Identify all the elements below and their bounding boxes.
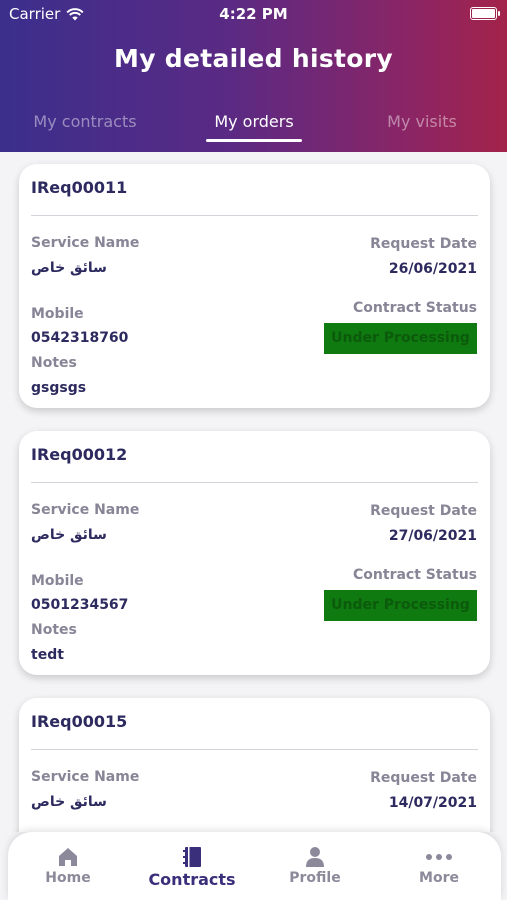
battery-icon xyxy=(470,7,500,20)
clock: 4:22 PM xyxy=(219,5,288,23)
nav-label: Contracts xyxy=(148,870,236,889)
tab-bar: My contracts My orders My visits xyxy=(0,108,507,152)
mobile-value: 0542318760 xyxy=(31,330,129,346)
nav-more[interactable]: More xyxy=(389,846,489,886)
service-name-label: Service Name xyxy=(31,769,140,785)
status-bar: Carrier 4:22 PM xyxy=(0,0,507,28)
nav-home[interactable]: Home xyxy=(18,846,118,886)
nav-contracts[interactable]: Contracts xyxy=(142,846,242,889)
notes-value: tedt xyxy=(31,647,64,663)
request-date-value: 27/06/2021 xyxy=(388,528,477,544)
mobile-label: Mobile xyxy=(31,306,84,322)
more-dots-icon xyxy=(426,854,452,860)
contract-status-label: Contract Status xyxy=(353,300,477,316)
profile-icon xyxy=(306,847,324,867)
service-name-value: سائق خاص xyxy=(31,794,107,810)
nav-label: More xyxy=(419,870,459,886)
order-id: IReq00012 xyxy=(31,445,128,464)
order-card[interactable]: IReq00015 Service Name Request Date سائق… xyxy=(19,698,490,832)
tab-my-visits[interactable]: My visits xyxy=(372,112,472,131)
service-name-label: Service Name xyxy=(31,235,140,251)
service-name-value: سائق خاص xyxy=(31,527,107,543)
request-date-label: Request Date xyxy=(370,236,477,252)
order-card[interactable]: IReq00011 Service Name Request Date سائق… xyxy=(19,164,490,408)
contracts-icon xyxy=(183,847,201,867)
contract-status-label: Contract Status xyxy=(353,567,477,583)
status-badge: Under Processing xyxy=(324,323,477,354)
notes-label: Notes xyxy=(31,355,77,371)
status-badge: Under Processing xyxy=(324,590,477,621)
card-divider xyxy=(31,482,478,483)
order-id: IReq00011 xyxy=(31,178,128,197)
request-date-value: 14/07/2021 xyxy=(388,795,477,811)
card-divider xyxy=(31,215,478,216)
mobile-value: 0501234567 xyxy=(31,597,129,613)
nav-profile[interactable]: Profile xyxy=(265,846,365,886)
bottom-nav: Home Contracts Profile More xyxy=(8,832,501,900)
request-date-label: Request Date xyxy=(370,770,477,786)
order-id: IReq00015 xyxy=(31,712,128,731)
header: Carrier 4:22 PM My detailed history My c… xyxy=(0,0,507,152)
notes-label: Notes xyxy=(31,622,77,638)
order-card[interactable]: IReq00012 Service Name Request Date سائق… xyxy=(19,431,490,675)
tab-my-contracts[interactable]: My contracts xyxy=(20,112,150,131)
service-name-value: سائق خاص xyxy=(31,260,107,276)
orders-list[interactable]: IReq00011 Service Name Request Date سائق… xyxy=(0,152,507,832)
service-name-label: Service Name xyxy=(31,502,140,518)
mobile-label: Mobile xyxy=(31,573,84,589)
home-icon xyxy=(59,848,77,866)
active-tab-indicator xyxy=(206,139,302,142)
request-date-value: 26/06/2021 xyxy=(388,261,477,277)
nav-label: Home xyxy=(45,870,91,886)
tab-my-orders[interactable]: My orders xyxy=(194,112,314,131)
nav-label: Profile xyxy=(289,870,341,886)
request-date-label: Request Date xyxy=(370,503,477,519)
page-title: My detailed history xyxy=(114,44,393,73)
notes-value: gsgsgs xyxy=(31,380,87,396)
card-divider xyxy=(31,749,478,750)
